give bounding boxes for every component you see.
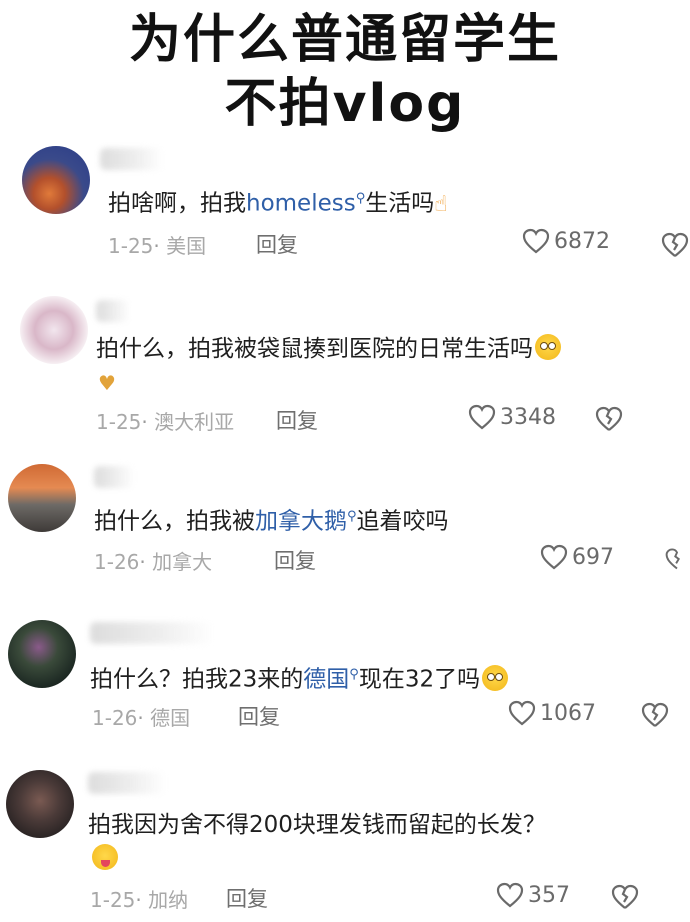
comment-date: 1-25	[108, 234, 154, 258]
reply-button[interactable]: 回复	[276, 405, 318, 435]
like-button[interactable]: 1067	[508, 700, 596, 726]
comment-location: 加纳	[148, 888, 189, 912]
comment-meta: 1-26· 加拿大	[94, 550, 213, 574]
broken-heart-icon[interactable]	[610, 884, 640, 910]
comment-date: 1-25	[90, 888, 136, 912]
heart-icon	[522, 228, 550, 254]
broken-heart-icon[interactable]	[660, 232, 690, 258]
avatar[interactable]	[8, 464, 76, 532]
like-count: 357	[528, 882, 570, 908]
comment-date: 1-26	[92, 706, 138, 730]
comment-text: 拍什么？拍我23来的德国⚲现在32了吗	[90, 658, 509, 697]
flushed-face-emoji	[535, 334, 561, 360]
search-link[interactable]: 德国	[303, 667, 349, 693]
like-button[interactable]: 6872	[522, 228, 610, 254]
username-blurred[interactable]	[94, 466, 134, 488]
comment-location: 德国	[150, 706, 191, 730]
avatar[interactable]	[22, 146, 90, 214]
search-icon[interactable]: ⚲	[356, 191, 366, 206]
like-button[interactable]: 357	[496, 882, 570, 908]
comment-meta: 1-26· 德国	[92, 706, 191, 730]
like-button[interactable]: 697	[540, 544, 614, 570]
search-icon[interactable]: ⚲	[347, 509, 357, 524]
comment-text-line-2	[90, 842, 118, 876]
post-title-line-1: 为什么普通留学生	[128, 10, 561, 70]
comment-text: 拍我因为舍不得200块理发钱而留起的长发？	[88, 812, 546, 838]
winking-tongue-face-emoji	[92, 844, 118, 870]
broken-heart-icon[interactable]	[664, 546, 690, 572]
like-count: 697	[572, 544, 614, 570]
comment-text: 拍什么，拍我被袋鼠揍到医院的日常生活吗	[96, 332, 561, 366]
search-link[interactable]: homeless	[246, 191, 356, 217]
heart-icon	[496, 882, 524, 908]
comment-meta: 1-25· 美国	[108, 234, 207, 258]
reply-button[interactable]: 回复	[274, 545, 316, 575]
comment-location: 澳大利亚	[154, 410, 235, 434]
finger-heart-emoji: ♥	[98, 371, 116, 395]
comment-text: 拍啥啊，拍我homeless⚲生活吗☝	[108, 182, 448, 222]
like-count: 6872	[554, 228, 610, 254]
search-icon[interactable]: ⚲	[349, 667, 359, 682]
comment-location: 加拿大	[152, 550, 213, 574]
comment-location: 美国	[166, 234, 207, 258]
reply-button[interactable]: 回复	[238, 701, 280, 731]
username-blurred[interactable]	[90, 622, 214, 644]
avatar[interactable]	[20, 296, 88, 364]
search-link[interactable]: 加拿大鹅	[255, 509, 347, 535]
username-blurred[interactable]	[96, 300, 130, 322]
flushed-face-emoji	[482, 664, 509, 691]
comment-meta: 1-25· 澳大利亚	[96, 410, 235, 434]
avatar[interactable]	[6, 770, 74, 838]
reply-button[interactable]: 回复	[256, 229, 298, 259]
pointing-hand-emoji: ☝	[434, 191, 448, 217]
avatar[interactable]	[8, 620, 76, 688]
comment-date: 1-25	[96, 410, 142, 434]
reply-button[interactable]: 回复	[226, 883, 268, 913]
heart-icon	[468, 404, 496, 430]
comment-text-line-2: ♥	[98, 366, 116, 400]
comment-date: 1-26	[94, 550, 140, 574]
broken-heart-icon[interactable]	[594, 406, 624, 432]
username-blurred[interactable]	[100, 148, 164, 170]
heart-icon	[540, 544, 568, 570]
like-count: 1067	[540, 700, 596, 726]
post-title-line-2: 不拍vlog	[224, 74, 466, 134]
broken-heart-icon[interactable]	[640, 702, 670, 728]
comment-text: 拍什么，拍我被加拿大鹅⚲追着咬吗	[94, 508, 449, 535]
like-button[interactable]: 3348	[468, 404, 556, 430]
heart-icon	[508, 700, 536, 726]
like-count: 3348	[500, 404, 556, 430]
username-blurred[interactable]	[88, 772, 166, 794]
comment-meta: 1-25· 加纳	[90, 888, 189, 912]
